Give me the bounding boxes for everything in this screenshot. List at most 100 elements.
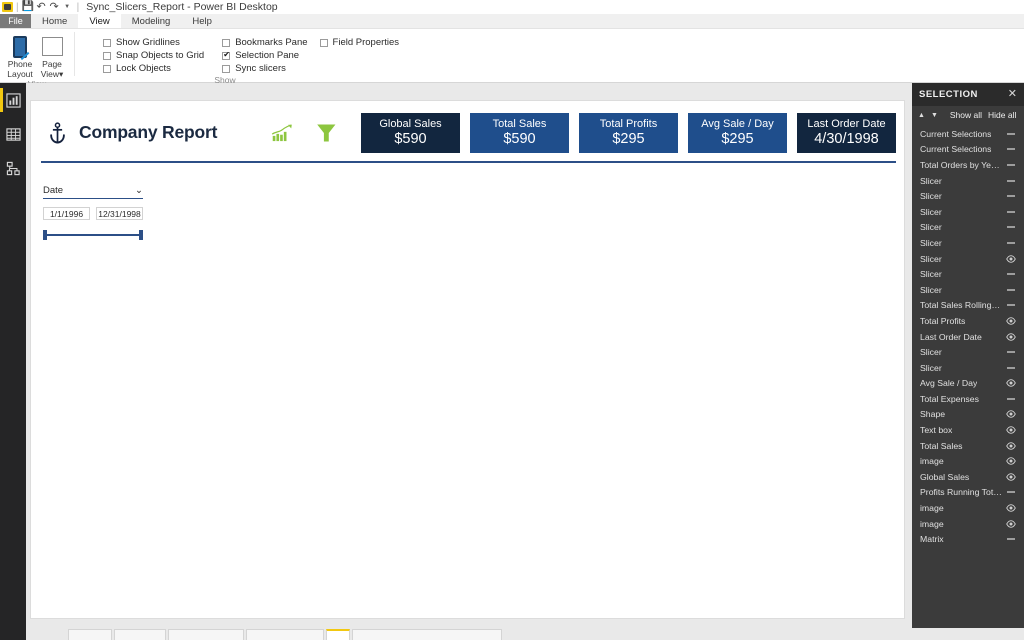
selection-pane-item[interactable]: image [912,453,1024,469]
selection-pane-item[interactable]: Current Selections [912,142,1024,158]
tab-file[interactable]: File [0,14,31,28]
hidden-dash-icon[interactable] [1007,163,1015,166]
kpi-card-total-profits[interactable]: Total Profits $295 [579,112,678,153]
hidden-dash-icon[interactable] [1007,491,1015,494]
checkbox-box[interactable] [103,51,111,60]
selection-pane-item[interactable]: Slicer [912,173,1024,189]
hidden-dash-icon[interactable] [1007,148,1015,151]
selection-pane-item[interactable]: Last Order Date [912,329,1024,345]
eye-visible-icon[interactable] [1006,425,1016,435]
eye-visible-icon[interactable] [1006,503,1016,513]
checkbox-selection-pane[interactable]: Selection Pane [222,49,307,62]
hidden-dash-icon[interactable] [1007,210,1015,213]
selection-pane-item[interactable]: Slicer [912,344,1024,360]
eye-visible-icon[interactable] [1006,472,1016,482]
hidden-dash-icon[interactable] [1007,241,1015,244]
tab-home[interactable]: Home [31,14,79,28]
selection-pane-item[interactable]: Total Orders by Year, Q... [912,157,1024,173]
kpi-card-last-order-date[interactable]: Last Order Date 4/30/1998 [797,112,896,153]
eye-visible-icon[interactable] [1006,409,1016,419]
selection-pane-item[interactable]: Slicer [912,188,1024,204]
selection-pane-item[interactable]: Matrix [912,531,1024,547]
date-slicer[interactable]: Date ⌄ 1/1/1996 12/31/1998 [43,185,143,240]
selection-pane-item[interactable]: image [912,516,1024,532]
kpi-card-total-sales[interactable]: Total Sales $590 [470,112,569,153]
checkbox-sync-slicers[interactable]: Sync slicers [222,62,307,75]
hidden-dash-icon[interactable] [1007,397,1015,400]
rail-item-data-view[interactable] [0,117,26,151]
arrow-up-icon[interactable]: ▲ [918,112,925,119]
chevron-down-icon[interactable]: ▼ [61,1,74,13]
page-tab[interactable] [352,629,502,640]
eye-visible-icon[interactable] [1006,378,1016,388]
checkbox-box[interactable] [222,64,231,73]
chevron-down-icon[interactable]: ▾ [59,69,63,79]
undo-arrow-icon[interactable]: ↶ [35,1,48,13]
chevron-down-icon[interactable]: ⌄ [135,185,143,196]
hidden-dash-icon[interactable] [1007,304,1015,307]
redo-arrow-icon[interactable]: ↷ [48,1,61,13]
checkbox-box[interactable] [103,64,111,73]
save-disk-icon[interactable]: 💾 [22,1,35,13]
rail-item-report-view[interactable] [0,83,26,117]
selection-pane-item[interactable]: Total Sales Rolling Aver... [912,298,1024,314]
hidden-dash-icon[interactable] [1007,288,1015,291]
page-tab[interactable] [68,629,112,640]
tab-modeling[interactable]: Modeling [120,14,182,28]
selection-pane-item[interactable]: Total Sales [912,438,1024,454]
hide-all-button[interactable]: Hide all [988,110,1016,120]
checkbox-box[interactable] [103,38,111,47]
tab-view[interactable]: View [78,14,121,28]
eye-visible-icon[interactable] [1006,254,1016,264]
phone-layout-button[interactable]: Phone Layout [4,32,36,79]
page-view-button[interactable]: Page View▾ [36,32,68,79]
checkbox-bookmarks-pane[interactable]: Bookmarks Pane [222,36,308,49]
show-all-button[interactable]: Show all [950,110,982,120]
page-tab[interactable] [246,629,324,640]
hidden-dash-icon[interactable] [1007,195,1015,198]
selection-pane-item[interactable]: Current Selections [912,126,1024,142]
hidden-dash-icon[interactable] [1007,366,1015,369]
rail-item-model-view[interactable] [0,151,26,185]
hidden-dash-icon[interactable] [1007,538,1015,541]
page-tab[interactable] [114,629,166,640]
eye-visible-icon[interactable] [1006,316,1016,326]
slicer-handle-right[interactable] [139,230,143,240]
checkbox-snap-objects-to-grid[interactable]: Snap Objects to Grid [103,49,204,62]
hidden-dash-icon[interactable] [1007,273,1015,276]
hidden-dash-icon[interactable] [1007,351,1015,354]
eye-visible-icon[interactable] [1006,456,1016,466]
report-page[interactable]: Company Report Global Sales $590 Total S… [30,100,905,619]
hidden-dash-icon[interactable] [1007,226,1015,229]
selection-pane-item[interactable]: Slicer [912,282,1024,298]
slicer-end-date-input[interactable]: 12/31/1998 [96,207,143,220]
page-tab-active[interactable] [326,629,350,640]
eye-visible-icon[interactable] [1006,441,1016,451]
selection-pane-item[interactable]: Profits Running Total b... [912,485,1024,501]
selection-pane-item[interactable]: Global Sales [912,469,1024,485]
arrow-down-icon[interactable]: ▼ [931,112,938,119]
selection-pane-item[interactable]: Total Expenses [912,391,1024,407]
selection-pane-item[interactable]: Total Profits [912,313,1024,329]
selection-pane-item[interactable]: Slicer [912,204,1024,220]
slicer-range-track[interactable] [43,230,143,240]
selection-pane-item[interactable]: Slicer [912,360,1024,376]
hidden-dash-icon[interactable] [1007,132,1015,135]
page-tab[interactable] [168,629,244,640]
selection-pane-item[interactable]: image [912,500,1024,516]
checkbox-show-gridlines[interactable]: Show Gridlines [103,36,204,49]
tab-help[interactable]: Help [181,14,223,28]
checkbox-box[interactable] [319,38,328,47]
selection-pane-item[interactable]: Slicer [912,266,1024,282]
selection-pane-item[interactable]: Avg Sale / Day [912,376,1024,392]
selection-pane-item[interactable]: Shape [912,407,1024,423]
hidden-dash-icon[interactable] [1007,179,1015,182]
eye-visible-icon[interactable] [1006,332,1016,342]
selection-pane-item[interactable]: Text box [912,422,1024,438]
kpi-card-global-sales[interactable]: Global Sales $590 [361,112,460,153]
slicer-start-date-input[interactable]: 1/1/1996 [43,207,90,220]
selection-pane-item[interactable]: Slicer [912,220,1024,236]
close-icon[interactable]: ✕ [1008,89,1017,100]
checkbox-box[interactable] [222,38,231,47]
selection-pane-item[interactable]: Slicer [912,251,1024,267]
